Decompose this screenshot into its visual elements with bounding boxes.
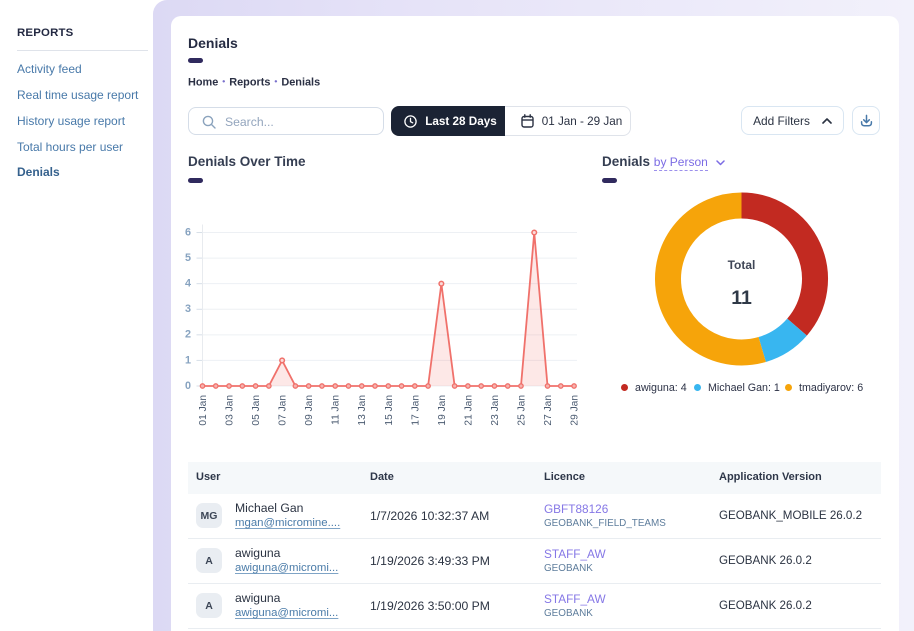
svg-text:0: 0 xyxy=(185,380,191,392)
svg-text:3: 3 xyxy=(185,303,191,315)
svg-text:17 Jan: 17 Jan xyxy=(410,395,421,426)
svg-text:27 Jan: 27 Jan xyxy=(543,395,554,426)
svg-text:13 Jan: 13 Jan xyxy=(357,395,368,426)
svg-text:01 Jan: 01 Jan xyxy=(198,395,209,426)
svg-text:23 Jan: 23 Jan xyxy=(490,395,501,426)
svg-text:29 Jan: 29 Jan xyxy=(570,395,581,426)
svg-text:2: 2 xyxy=(185,329,191,341)
svg-text:5: 5 xyxy=(185,252,191,264)
svg-text:11: 11 xyxy=(731,287,752,309)
svg-text:1: 1 xyxy=(185,354,191,366)
svg-text:07 Jan: 07 Jan xyxy=(278,395,289,426)
svg-text:09 Jan: 09 Jan xyxy=(304,395,315,426)
svg-text:15 Jan: 15 Jan xyxy=(384,395,395,426)
svg-text:Total: Total xyxy=(728,258,756,272)
svg-text:21 Jan: 21 Jan xyxy=(463,395,474,426)
svg-text:03 Jan: 03 Jan xyxy=(225,395,236,426)
svg-text:4: 4 xyxy=(185,278,191,290)
svg-text:6: 6 xyxy=(185,226,191,238)
svg-text:05 Jan: 05 Jan xyxy=(251,395,262,426)
svg-text:11 Jan: 11 Jan xyxy=(331,395,342,425)
svg-text:19 Jan: 19 Jan xyxy=(437,395,448,426)
svg-text:25 Jan: 25 Jan xyxy=(516,395,527,426)
